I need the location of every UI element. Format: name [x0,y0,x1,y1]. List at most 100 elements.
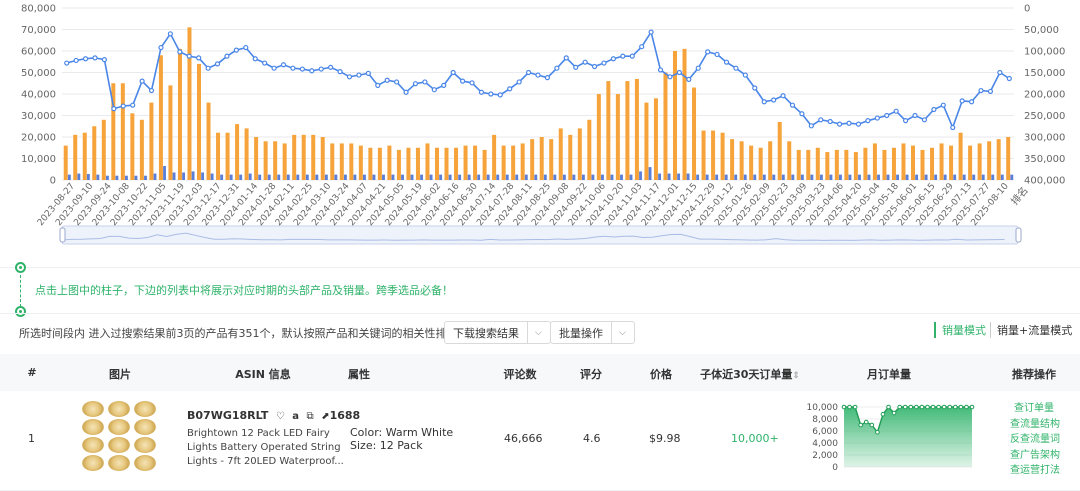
orange-bar[interactable] [396,149,401,180]
orange-bar[interactable] [63,145,68,180]
blue-bar[interactable] [581,174,585,180]
spark-point[interactable] [897,404,902,410]
rank-point[interactable] [271,65,277,71]
blue-bar[interactable] [591,174,595,180]
rank-point[interactable] [931,106,937,113]
spark-point[interactable] [914,404,919,410]
spark-point[interactable] [880,411,886,417]
rank-point[interactable] [478,89,485,95]
rank-point[interactable] [403,89,409,95]
rank-point[interactable] [686,76,692,82]
product-title[interactable]: Brightown 12 Pack LED Fairy Lights Batte… [187,427,344,469]
rank-point[interactable] [148,87,155,94]
blue-bar[interactable] [724,174,728,180]
orange-bar[interactable] [977,143,982,180]
action-reverse-keywords[interactable]: 反查流量词 [1010,432,1060,448]
rank-point[interactable] [224,53,230,59]
orange-bar[interactable] [968,145,973,180]
rank-point[interactable] [507,86,513,92]
rank-point[interactable] [714,51,720,58]
rank-point[interactable] [130,102,136,108]
rank-point[interactable] [695,65,701,71]
spark-point[interactable] [852,404,858,410]
rank-point[interactable] [412,81,419,87]
orange-bar[interactable] [701,130,706,180]
rank-point[interactable] [629,53,635,59]
mode-traffic-tab[interactable]: 销量+流量模式 [990,322,1072,338]
header-reviews[interactable]: 评论数 [504,366,537,382]
spark-point[interactable] [869,422,875,428]
blue-bar[interactable] [467,174,471,180]
orange-bar[interactable] [606,81,611,180]
blue-bar[interactable] [220,174,224,180]
blue-bar[interactable] [172,172,176,180]
rank-point[interactable] [573,64,579,70]
blue-bar[interactable] [505,174,509,180]
rank-point[interactable] [214,61,221,67]
rank-point[interactable] [243,44,249,51]
zoom-slider[interactable] [61,225,1019,245]
orange-bar[interactable] [501,145,506,180]
rank-point[interactable] [497,92,503,98]
blue-bar[interactable] [943,174,947,180]
batch-actions-button[interactable]: 批量操作 ⌵ [550,321,635,344]
blue-bar[interactable] [610,174,614,180]
orange-bar[interactable] [644,102,649,180]
orange-bar[interactable] [415,147,420,180]
orange-bar[interactable] [806,149,811,180]
blue-bar[interactable] [134,175,138,180]
rank-point[interactable] [309,68,315,74]
blue-bar[interactable] [353,174,357,180]
orange-bar[interactable] [254,137,259,180]
orange-bar[interactable] [653,98,658,180]
rank-point[interactable] [205,65,211,71]
orange-bar[interactable] [425,143,430,180]
blue-bar[interactable] [620,174,623,180]
blue-bar[interactable] [324,174,328,180]
orange-bar[interactable] [330,143,335,180]
table-row[interactable]: 1 B07WG18RLT ♡ a ⧉ ⬈1688 Brightown 12 Pa… [0,391,1080,491]
rank-point[interactable] [921,117,928,123]
download-results-button[interactable]: 下载搜索结果 ⌵ [444,321,551,344]
blue-bar[interactable] [144,175,147,180]
orange-bar[interactable] [844,149,849,180]
rank-point[interactable] [742,72,748,78]
copy-icon[interactable]: ⧉ [307,411,314,422]
rank-point[interactable] [808,123,814,129]
blue-bar[interactable] [125,175,128,180]
rank-point[interactable] [761,99,767,105]
orange-bar[interactable] [539,137,544,180]
orange-bar[interactable] [158,55,163,180]
orange-bar[interactable] [625,81,630,180]
rank-point[interactable] [516,79,522,85]
blue-bar[interactable] [781,174,785,180]
rank-point[interactable] [950,124,956,131]
orange-bar[interactable] [235,124,240,180]
rank-point[interactable] [346,74,353,80]
blue-bar[interactable] [639,171,642,180]
blue-bar[interactable] [734,174,738,180]
orange-bar[interactable] [130,113,135,180]
spark-point[interactable] [847,404,852,410]
orange-bar[interactable] [320,137,325,180]
orange-bar[interactable] [787,141,792,180]
orange-bar[interactable] [177,48,182,180]
blue-bar[interactable] [839,174,842,180]
orange-bar[interactable] [273,141,278,180]
orange-bar[interactable] [863,147,868,180]
blue-bar[interactable] [429,174,433,180]
blue-bar[interactable] [829,174,833,180]
blue-bar[interactable] [286,174,290,180]
rank-point[interactable] [855,121,862,127]
orange-bar[interactable] [377,147,382,180]
rank-point[interactable] [186,53,192,59]
orange-bar[interactable] [949,145,954,180]
orange-bar[interactable] [292,134,297,180]
rank-point[interactable] [987,88,994,95]
blue-bar[interactable] [86,173,90,180]
blue-bar[interactable] [315,174,319,180]
spark-point[interactable] [919,404,925,410]
blue-bar[interactable] [524,174,528,180]
blue-bar[interactable] [810,174,814,180]
blue-bar[interactable] [705,174,709,180]
